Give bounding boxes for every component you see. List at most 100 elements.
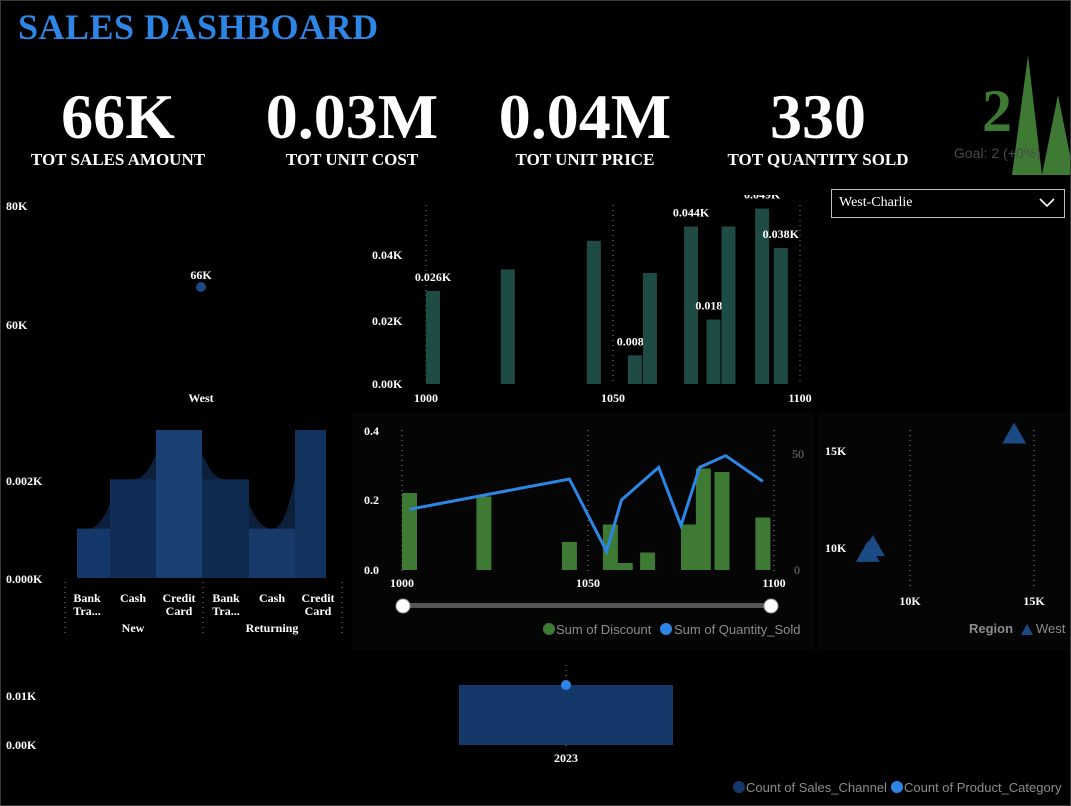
page-title: SALES DASHBOARD (18, 7, 379, 47)
y-tick-label: 0.00K (6, 738, 37, 752)
unit-price-by-id-chart[interactable]: 0.04K 0.02K 0.00K 1000 1050 1100 0.026K 0… (365, 195, 815, 410)
legend-discount-marker (543, 623, 555, 635)
data-label: 0.038K (763, 227, 800, 241)
kpi-label: TOT QUANTITY SOLD (727, 150, 909, 169)
discount-bar[interactable] (617, 563, 633, 570)
count-by-year-chart[interactable]: 0.01K 0.00K 2023 Count of Sales_Channel … (0, 660, 1071, 806)
discount-bar[interactable] (476, 496, 492, 571)
y-tick-label: 0.04K (372, 248, 403, 262)
discount-quantity-combo-chart[interactable]: 0.4 0.2 0.0 50 0 1000 1050 1100 Sum of D… (352, 412, 814, 650)
discount-bar[interactable] (640, 552, 656, 571)
kpi-label: TOT UNIT PRICE (515, 150, 655, 169)
area-category-band[interactable] (202, 479, 249, 578)
x-category-label: Bank Tra... (212, 591, 240, 618)
goal-kpi-value: 2 (982, 78, 1012, 144)
kpi-unit-price[interactable]: 0.04M TOT UNIT PRICE (485, 82, 685, 170)
legend-quantity-label: Sum of Quantity_Sold (674, 622, 800, 637)
kpi-sales-amount[interactable]: 66K TOT SALES AMOUNT (18, 82, 218, 170)
legend-product-category-marker (891, 781, 903, 793)
region-slicer-dropdown[interactable]: West-Charlie (831, 189, 1065, 218)
area-category-band[interactable] (77, 528, 110, 578)
legend-title: Region (969, 621, 1013, 636)
legend-sales-channel-label: Count of Sales_Channel (746, 780, 887, 795)
y-right-tick-label: 0 (794, 563, 800, 577)
area-category-band[interactable] (156, 430, 202, 578)
unit-price-bar[interactable] (586, 240, 601, 384)
x-category-label: Bank Tra... (73, 591, 101, 618)
kpi-value: 0.03M (265, 81, 439, 152)
area-category-band[interactable] (295, 430, 326, 578)
legend-sales-channel-marker (733, 781, 745, 793)
discount-bar[interactable] (681, 524, 696, 571)
y-tick-label: 0.0 (364, 563, 379, 577)
y-tick-label: 0.000K (6, 572, 43, 586)
region-triangle-scatter-chart[interactable]: 15K 10K 10K 15K Region West (818, 412, 1070, 650)
kpi-label: TOT UNIT COST (285, 150, 419, 169)
unit-price-bar[interactable] (627, 355, 642, 384)
chevron-down-icon (1039, 198, 1055, 208)
area-category-band[interactable] (249, 528, 295, 578)
legend-quantity-marker (660, 623, 672, 635)
x-tick-label: 1000 (390, 576, 414, 590)
x-tick-label: 10K (899, 594, 921, 608)
y-tick-label: 80K (6, 199, 28, 213)
legend-product-category-label: Count of Product_Category (904, 780, 1062, 795)
range-slider-min-handle[interactable] (395, 598, 411, 614)
x-tick-label: 1000 (414, 391, 438, 405)
y-right-tick-label: 50 (792, 447, 804, 461)
discount-bar[interactable] (402, 493, 417, 570)
data-label: 0.049K (744, 195, 781, 202)
kpi-unit-cost[interactable]: 0.03M TOT UNIT COST (252, 82, 452, 170)
unit-price-bar[interactable] (706, 319, 721, 384)
kpi-quantity-sold[interactable]: 330 TOT QUANTITY SOLD (718, 82, 918, 170)
discount-bar[interactable] (755, 517, 771, 571)
kpi-label: TOT SALES AMOUNT (30, 150, 206, 169)
goal-kpi-card[interactable]: 2 Goal: 2 (+0%) (950, 55, 1070, 180)
y-tick-label: 10K (825, 541, 847, 555)
region-triangle-point[interactable] (1002, 422, 1027, 444)
y-tick-label: 0.02K (372, 314, 403, 328)
area-category-band[interactable] (110, 479, 156, 578)
payment-method-area-chart[interactable]: 0.002K 0.000K Bank Tra... Cash Credit Card… (0, 420, 355, 645)
y-tick-label: 0.4 (364, 424, 379, 438)
y-tick-label: 0.2 (364, 493, 379, 507)
kpi-value: 0.04M (498, 81, 672, 152)
unit-price-bar[interactable] (642, 273, 657, 384)
slicer-selected-value: West-Charlie (839, 195, 913, 210)
x-tick-label: 1100 (788, 391, 811, 405)
unit-price-bar[interactable] (500, 269, 515, 384)
discount-bar[interactable] (695, 468, 711, 571)
x-category-label: West (188, 391, 213, 405)
legend-triangle-marker (1021, 624, 1033, 635)
x-category-label: Cash (120, 591, 146, 605)
product-category-count-point[interactable] (561, 680, 571, 690)
sales-channel-count-bar[interactable] (459, 685, 673, 745)
data-label: 0.044K (673, 205, 710, 219)
legend-discount-label: Sum of Discount (556, 622, 652, 637)
range-slider-max-handle[interactable] (763, 598, 779, 614)
data-label: 66K (190, 268, 212, 282)
x-tick-label: 1050 (576, 576, 600, 590)
x-tick-label: 1100 (762, 576, 785, 590)
data-label: 0.026K (415, 270, 452, 284)
unit-price-bar[interactable] (426, 290, 440, 384)
y-tick-label: 60K (6, 318, 28, 332)
x-category-label: Cash (259, 591, 285, 605)
region-data-point[interactable] (196, 282, 206, 292)
discount-bar[interactable] (714, 472, 730, 570)
sales-by-region-chart[interactable]: 80K 60K 66K West (0, 195, 355, 415)
y-tick-label: 0.01K (6, 689, 37, 703)
x-group-label: New (122, 621, 145, 635)
discount-bar[interactable] (561, 542, 577, 570)
x-tick-label: 15K (1023, 594, 1045, 608)
range-slider-track[interactable] (403, 603, 771, 608)
goal-kpi-target: Goal: 2 (+0%) (954, 145, 1041, 161)
y-tick-label: 0.002K (6, 474, 43, 488)
y-tick-label: 0.00K (372, 377, 403, 391)
legend-item-label: West (1036, 621, 1066, 636)
unit-price-bar[interactable] (773, 247, 788, 384)
x-tick-label: 1050 (601, 391, 625, 405)
y-tick-label: 15K (825, 444, 847, 458)
x-tick-label: 2023 (554, 751, 578, 765)
unit-price-bar[interactable] (721, 226, 736, 384)
